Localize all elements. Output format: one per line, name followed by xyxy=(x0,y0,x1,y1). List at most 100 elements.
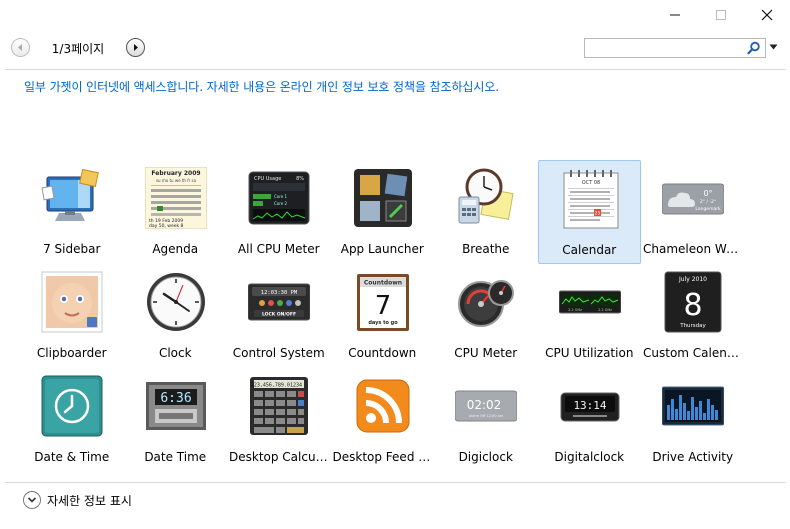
gadget-tile-all-cpu-meter[interactable]: CPU Usage 8% Core 1 Core 2 All CPU Meter xyxy=(227,160,331,264)
gadget-name: 7 Sidebar xyxy=(43,242,101,256)
cpu-util-freq1: 2.2 GHz xyxy=(568,308,582,312)
flip-clock-gadget-icon: 6:36 xyxy=(145,375,207,437)
search-icon[interactable] xyxy=(747,41,761,55)
gadget-tile-drive-activity[interactable]: Drive Activity xyxy=(641,368,745,472)
close-icon xyxy=(761,9,773,21)
gadget-tile-countdown[interactable]: Countdown 7 days to go Countdown xyxy=(331,264,435,368)
privacy-notice-link[interactable]: 일부 가젯이 인터넷에 액세스합니다. 자세한 내용은 온라인 개인 정보 보호… xyxy=(24,78,499,95)
custom-cal-day: 8 xyxy=(683,288,702,323)
clipboarder-gadget-icon xyxy=(41,271,103,333)
weather-gadget-icon: 0° 2° / -2° Langemark xyxy=(662,167,724,229)
weather-range: 2° / -2° xyxy=(700,199,716,205)
next-page-button[interactable] xyxy=(126,38,145,57)
gadget-tile-digiclock[interactable]: 02:02 Alarm Off 12:00 am Digiclock xyxy=(434,368,538,472)
gadget-tile-clock[interactable]: Clock xyxy=(124,264,228,368)
clock-gadget-icon xyxy=(145,271,207,333)
sidebar-gadget-icon xyxy=(41,167,103,229)
gadget-name: Breathe xyxy=(462,242,510,256)
gadget-tile-7-sidebar[interactable]: 7 Sidebar xyxy=(20,160,124,264)
chevron-right-icon xyxy=(134,44,138,51)
agenda-month: February 2009 xyxy=(151,170,200,177)
gadget-name: CPU Meter xyxy=(454,346,518,360)
chevron-left-icon xyxy=(18,44,22,51)
gadget-name: Clipboarder xyxy=(36,346,107,360)
gadget-grid: 7 Sidebar February 2009 su mo tu we th f… xyxy=(20,160,745,472)
gadget-name: All CPU Meter xyxy=(237,242,320,256)
cpu-core1-label: Core 1 xyxy=(274,194,288,199)
show-details-label: 자세한 정보 표시 xyxy=(47,493,132,508)
digitalclock-gadget-icon: 13:14 xyxy=(559,375,621,437)
gadget-name: Chameleon We... xyxy=(643,242,745,256)
app-launcher-gadget-icon xyxy=(352,167,414,229)
gadget-name: Drive Activity xyxy=(652,450,734,464)
window-controls xyxy=(652,0,790,30)
countdown-title: Countdown xyxy=(363,280,401,287)
custom-cal-weekday: Thursday xyxy=(679,323,706,329)
cpu-meter-gadget-icon: CPU Usage 8% Core 1 Core 2 xyxy=(248,167,310,229)
countdown-number: 7 xyxy=(374,291,391,321)
gadget-tile-app-launcher[interactable]: App Launcher xyxy=(331,160,435,264)
digiclock-subtext: Alarm Off 12:00 am xyxy=(469,414,504,418)
digiclock-gadget-icon: 02:02 Alarm Off 12:00 am xyxy=(455,375,517,437)
countdown-gadget-icon: Countdown 7 days to go xyxy=(352,271,414,333)
calendar-month: OCT 08 xyxy=(581,180,599,186)
control-time: 12:03:30 PM xyxy=(261,290,298,296)
gadget-name: Date & Time xyxy=(34,450,110,464)
gadget-name: Clock xyxy=(158,346,192,360)
gadget-name: Control System xyxy=(232,346,325,360)
custom-calendar-gadget-icon: July 2010 8 Thursday xyxy=(662,271,724,333)
caret-down-icon[interactable] xyxy=(769,44,778,50)
control-lock: LOCK ON/OFF xyxy=(262,312,296,318)
previous-page-button[interactable] xyxy=(11,38,30,57)
gadget-name: Digiclock xyxy=(458,450,513,464)
breathe-gadget-icon xyxy=(455,167,517,229)
gadget-tile-calendar[interactable]: OCT 08 25 Calendar xyxy=(537,160,641,264)
gadget-tile-agenda[interactable]: February 2009 su mo tu we th fr sa th 19… xyxy=(124,160,228,264)
gadget-tile-date-and-time[interactable]: Date & Time xyxy=(20,368,124,472)
gadget-name: Digitalclock xyxy=(554,450,625,464)
gadget-name: Date Time xyxy=(144,450,207,464)
cpu-percent: 8% xyxy=(296,176,304,182)
custom-cal-month: July 2010 xyxy=(678,276,707,283)
calendar-selected-day: 25 xyxy=(594,211,600,217)
agenda-footer-week: day 50, week 8 xyxy=(149,223,184,229)
cpu-title: CPU Usage xyxy=(254,176,281,182)
gadget-tile-cpu-meter[interactable]: CPU Meter xyxy=(434,264,538,368)
digiclock-time: 02:02 xyxy=(467,398,502,412)
minimize-icon xyxy=(670,14,680,16)
maximize-icon xyxy=(716,10,726,20)
weather-city: Langemark xyxy=(695,206,721,212)
bottom-divider xyxy=(5,482,786,483)
gadget-tile-desktop-calculator[interactable]: 123,456,789.01234 Desktop Calcul... xyxy=(227,368,331,472)
gadget-tile-cpu-utilization[interactable]: 2.2 GHz 2.2 GHz CPU Utilization xyxy=(538,264,642,368)
chevron-down-icon xyxy=(27,497,37,503)
search-input[interactable] xyxy=(585,39,743,57)
agenda-gadget-icon: February 2009 su mo tu we th fr sa th 19… xyxy=(144,167,207,229)
search-box xyxy=(584,38,766,58)
gadget-tile-breathe[interactable]: Breathe xyxy=(434,160,538,264)
cpu-core2-label: Core 2 xyxy=(274,201,288,206)
gadget-tile-date-time[interactable]: 6:36 Date Time xyxy=(124,368,228,472)
maximize-button[interactable] xyxy=(698,0,744,30)
top-divider xyxy=(5,69,786,70)
close-button[interactable] xyxy=(744,0,790,30)
page-indicator: 1/3페이지 xyxy=(51,42,105,56)
details-toggle-circle[interactable] xyxy=(23,491,41,509)
page-navigator: 1/3페이지 xyxy=(11,37,145,59)
gauge-gadget-icon xyxy=(455,271,517,333)
calculator-display: 123,456,789.01234 xyxy=(251,383,302,389)
gadget-tile-control-system[interactable]: 12:03:30 PM LOCK ON/OFF Control System xyxy=(227,264,331,368)
gadget-name: Desktop Calcul... xyxy=(229,450,331,464)
gadget-name: CPU Utilization xyxy=(545,346,634,360)
gadget-tile-custom-calendar[interactable]: July 2010 8 Thursday Custom Calendar xyxy=(641,264,745,368)
drive-activity-gadget-icon xyxy=(662,375,724,437)
calendar-gadget-icon: OCT 08 25 xyxy=(560,168,622,230)
gadget-tile-digitalclock[interactable]: 13:14 Digitalclock xyxy=(538,368,642,472)
show-details-toggle[interactable]: 자세한 정보 표시 xyxy=(23,491,132,509)
gadget-tile-clipboarder[interactable]: Clipboarder xyxy=(20,264,124,368)
gadget-tile-chameleon-weather[interactable]: 0° 2° / -2° Langemark Chameleon We... xyxy=(641,160,745,264)
cpu-util-freq2: 2.2 GHz xyxy=(598,308,612,312)
gadget-tile-desktop-feed-reader[interactable]: Desktop Feed R... xyxy=(331,368,434,472)
gadget-name: Agenda xyxy=(152,242,199,256)
minimize-button[interactable] xyxy=(652,0,698,30)
